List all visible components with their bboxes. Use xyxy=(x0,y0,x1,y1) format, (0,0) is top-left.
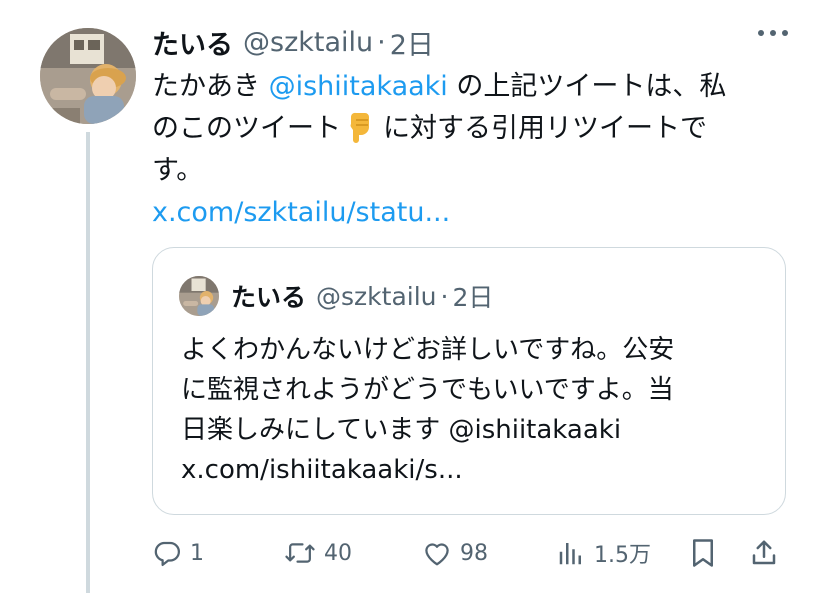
share-button[interactable] xyxy=(750,530,778,576)
quoted-tweet-text: よくわかんないけどお詳しいですね。公安 に監視されようがどうでもいいですよ。当 … xyxy=(181,330,771,490)
quoted-user-handle[interactable]: @szktailu xyxy=(316,282,436,311)
tweet-url-link[interactable]: x.com/szktailu/statu... xyxy=(152,192,792,234)
quoted-avatar[interactable] xyxy=(179,276,219,316)
quoted-tweet[interactable]: たいる @szktailu · 2日 よくわかんないけどお詳しいですね。公安 に… xyxy=(152,247,786,515)
heart-icon xyxy=(425,543,449,566)
tweet-text-line-1: たかあき @ishiitakaaki の上記ツイートは、私 xyxy=(152,66,792,108)
share-icon xyxy=(752,540,776,565)
quoted-text-line-3: 日楽しみにしています @ishiitakaaki xyxy=(181,415,622,445)
more-options-icon[interactable] xyxy=(758,30,788,36)
like-button[interactable]: 98 xyxy=(422,530,488,576)
quoted-timestamp[interactable]: 2日 xyxy=(452,278,493,314)
quoted-text-line-2: に監視されようがどうでもいいですよ。当 xyxy=(181,375,674,405)
separator-dot: · xyxy=(377,26,386,58)
quoted-display-name[interactable]: たいる xyxy=(231,278,306,314)
text-segment: の上記ツイートは、私 xyxy=(447,71,727,102)
separator-dot: · xyxy=(440,281,449,311)
pointing-down-icon xyxy=(347,111,377,143)
avatar-photo-icon xyxy=(179,276,219,316)
quoted-text-line-1: よくわかんないけどお詳しいですね。公安 xyxy=(181,335,675,365)
text-segment: のこのツイート xyxy=(152,113,341,144)
tweet[interactable]: たいる @szktailu · 2日 たかあき @ishiitakaaki の上… xyxy=(0,0,824,593)
display-name[interactable]: たいる xyxy=(152,23,233,62)
avatar-photo-icon xyxy=(40,28,136,124)
mention-link[interactable]: @ishiitakaaki xyxy=(269,71,448,102)
retweet-count: 40 xyxy=(324,540,352,566)
user-handle[interactable]: @szktailu xyxy=(243,27,373,58)
bookmark-button[interactable] xyxy=(690,530,716,576)
avatar[interactable] xyxy=(40,28,136,124)
text-segment: たかあき xyxy=(152,71,269,102)
retweet-icon xyxy=(285,543,315,563)
text-segment: に対する引用リツイートで xyxy=(383,113,707,144)
timestamp[interactable]: 2日 xyxy=(390,23,434,62)
tweet-text-line-2: のこのツイート に対する引用リツイートで xyxy=(152,108,792,150)
action-bar: 1 40 98 1.5万 xyxy=(152,530,792,576)
reply-icon xyxy=(154,541,180,566)
view-count: 1.5万 xyxy=(594,543,651,568)
reply-button[interactable]: 1 xyxy=(152,530,204,576)
views-button[interactable]: 1.5万 xyxy=(556,530,651,576)
tweet-text: たかあき @ishiitakaaki の上記ツイートは、私 のこのツイート に対… xyxy=(152,66,792,234)
like-count: 98 xyxy=(460,540,488,566)
retweet-button[interactable]: 40 xyxy=(284,530,352,576)
quoted-text-line-4: x.com/ishiitakaaki/s... xyxy=(181,455,463,485)
tweet-header: たいる @szktailu · 2日 xyxy=(152,22,434,62)
tweet-text-line-3: す。 xyxy=(152,155,204,186)
reply-count: 1 xyxy=(190,540,204,566)
thread-line xyxy=(86,132,90,593)
quoted-tweet-header: たいる @szktailu · 2日 xyxy=(179,276,493,316)
analytics-icon xyxy=(559,543,581,565)
bookmark-icon xyxy=(693,539,713,567)
